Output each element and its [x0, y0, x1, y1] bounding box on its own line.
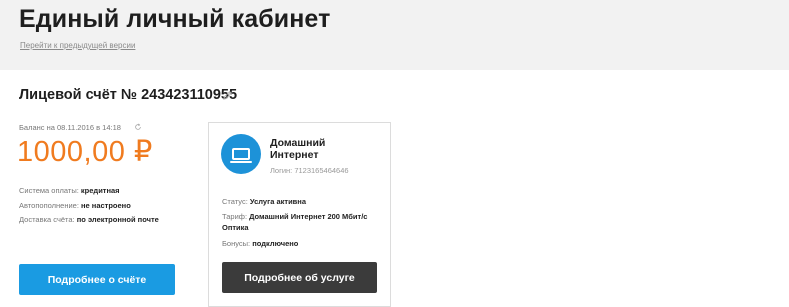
tariff-line: Тариф: Домашний Интернет 200 Мбит/с Опти… [222, 211, 392, 233]
bonus-label: Бонусы: [222, 239, 251, 248]
account-title: Лицевой счёт № 243423110955 [19, 87, 238, 103]
autopay-line: Автопополнение: не настроено [19, 201, 131, 210]
payment-system-value: кредитная [80, 186, 120, 195]
payment-system-line: Система оплаты: кредитная [19, 186, 120, 195]
autopay-label: Автопополнение: [19, 201, 79, 210]
delivery-label: Доставка счёта: [19, 215, 75, 224]
balance-value: 1000,00 ₽ [17, 136, 153, 168]
refresh-icon[interactable] [134, 123, 142, 131]
delivery-line: Доставка счёта: по электронной почте [19, 215, 159, 224]
account-details-button[interactable]: Подробнее о счёте [19, 264, 175, 295]
autopay-value: не настроено [81, 201, 131, 210]
prev-version-link[interactable]: Перейти к предыдущей версии [20, 41, 135, 50]
pencil-icon[interactable] [222, 90, 233, 101]
balance-label: Баланс на 08.11.2016 в 14:18 [19, 123, 121, 132]
page-header: Единый личный кабинет Перейти к предыдущ… [0, 0, 789, 70]
status-value: Услуга активна [249, 197, 306, 206]
delivery-value: по электронной почте [76, 215, 159, 224]
tariff-label: Тариф: [222, 212, 248, 221]
service-name: Домашний Интернет [270, 137, 326, 161]
status-label: Статус: [222, 197, 248, 206]
service-details-button[interactable]: Подробнее об услуге [222, 262, 377, 293]
status-line: Статус: Услуга активна [222, 196, 306, 207]
service-login: Логин: 7123165464646 [270, 166, 349, 175]
laptop-icon [221, 134, 261, 174]
bonus-value: подключено [252, 239, 299, 248]
payment-system-label: Система оплаты: [19, 186, 79, 195]
page-title: Единый личный кабинет [19, 5, 331, 33]
bonus-line: Бонусы: подключено [222, 238, 298, 249]
